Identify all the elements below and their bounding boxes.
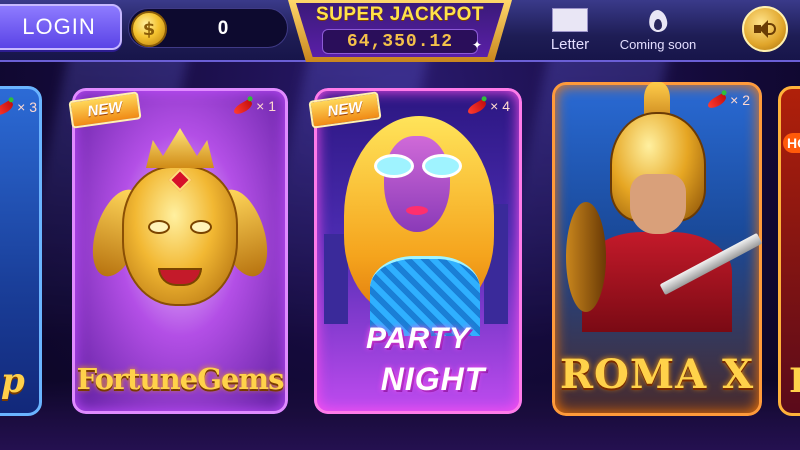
chili-icon [466,98,489,117]
sound-toggle-button[interactable] [742,6,788,52]
login-label: LOGIN [22,14,96,39]
login-button[interactable]: LOGIN [0,4,122,50]
jackpot-title: SUPER JACKPOT [315,4,485,25]
party-girl-art [336,106,502,336]
coming-soon-label: Coming soon [619,37,697,52]
chili-count: × 1 [256,98,276,114]
game-card-roma-x[interactable]: × 2 ROMA X [552,82,762,416]
game-title-line1: PARTY [366,322,470,355]
coin-balance-value: 0 [217,18,229,39]
game-card-fortune-gems[interactable]: × 1 FortuneGems [72,88,288,414]
coin-icon: $ [131,11,167,47]
hot-badge: HO [783,133,800,153]
game-title: R [789,361,800,401]
chili-rating: × 4 [466,98,510,117]
game-title-line2: NIGHT [380,361,486,397]
top-bar: LOGIN $ 0 SUPER JACKPOT 64,350.12 ✦ Lett… [0,0,800,62]
chili-icon [0,99,16,118]
game-card-partial-left[interactable]: × 3 p [0,86,42,416]
game-card-partial-right[interactable]: HO R [778,86,800,416]
coin-balance: $ 0 [128,8,288,48]
golden-mask-art [83,128,277,324]
chili-rating: × 2 [706,92,750,111]
flame-icon [647,6,669,34]
chili-icon [706,92,729,111]
letter-button[interactable]: Letter [538,4,602,53]
sparkle-icon: ✦ [472,38,483,52]
chili-count: × 2 [730,92,750,108]
letter-label: Letter [550,36,590,53]
game-title: FortuneGems [76,362,285,396]
game-card-party-night[interactable]: × 4 PARTY NIGHT [314,88,522,414]
game-title: ROMA X [559,351,755,398]
chili-count: × 4 [490,98,510,114]
envelope-icon [552,8,588,32]
chili-icon [232,98,255,117]
speaker-icon [754,19,776,39]
jackpot-value: 64,350.12 [322,29,478,54]
roman-warrior-art [566,82,762,332]
chili-rating: × 1 [232,98,276,117]
coming-soon-button[interactable]: Coming soon [616,4,700,52]
coin-symbol: $ [142,18,156,40]
chili-count: × 3 [17,99,37,115]
chili-rating: × 3 [0,99,37,118]
game-title: p [1,361,25,401]
